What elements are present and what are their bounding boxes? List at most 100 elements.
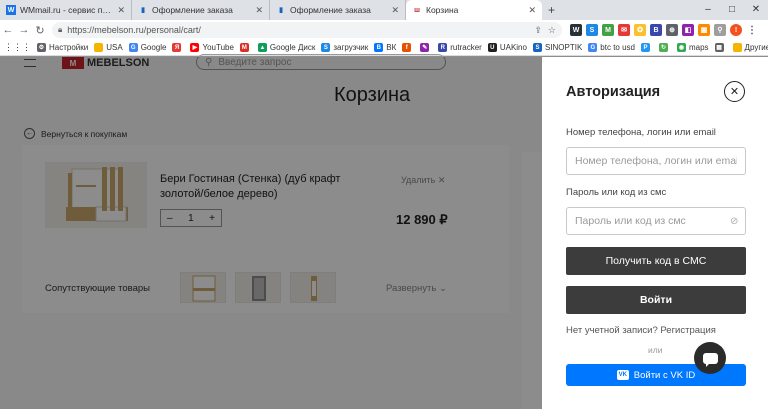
bookmark-item[interactable]: В ВК: [374, 43, 396, 52]
close-tab-icon[interactable]: ✕: [255, 5, 263, 16]
bookmark-icon: R: [438, 43, 448, 52]
bookmark-icon: Я: [172, 43, 182, 52]
bookmark-label: maps: [688, 43, 709, 52]
browser-tab[interactable]: ▮ Оформление заказа ✕: [132, 0, 270, 20]
bookmark-label: btc to usd: [600, 43, 635, 52]
bookmark-icon: ↻: [658, 43, 668, 52]
bookmark-icon: [94, 43, 104, 52]
bookmark-label: USA: [106, 43, 123, 52]
bookmark-item[interactable]: S SINOPTIK: [532, 43, 582, 52]
bookmark-label: UAKino: [499, 43, 527, 52]
bookmark-item[interactable]: G Google: [128, 43, 167, 52]
maximize-button[interactable]: □: [720, 0, 744, 20]
extension-icon[interactable]: B: [650, 24, 662, 36]
back-arrow-icon[interactable]: ←: [0, 24, 16, 36]
bookmark-item[interactable]: ▦: [714, 43, 727, 52]
bookmark-icon: U: [487, 43, 497, 52]
mebelson-icon: ▮: [279, 7, 283, 14]
close-icon: ✕: [729, 86, 740, 98]
address-url[interactable]: https://mebelson.ru/personal/cart/: [67, 25, 528, 35]
chat-widget-button[interactable]: [694, 342, 726, 374]
bookmark-item[interactable]: Gbtc to usd: [588, 43, 635, 52]
mebelson-icon: ▮: [141, 7, 145, 14]
bookmark-item[interactable]: ✎: [420, 43, 432, 52]
browser-toolbar: ← → ↻ 🔒︎ https://mebelson.ru/personal/ca…: [0, 20, 768, 40]
lock-icon: 🔒︎: [58, 25, 63, 34]
bookmark-item[interactable]: USA: [94, 43, 123, 52]
bookmark-icon: P: [640, 43, 650, 52]
bookmark-item[interactable]: Sзагрузчик: [321, 43, 368, 52]
register-link[interactable]: Нет учетной записи? Регистрация: [566, 325, 716, 336]
address-bar[interactable]: 🔒︎ https://mebelson.ru/personal/cart/ ⇪ …: [52, 22, 562, 38]
bookmark-icon: ⚙: [37, 43, 46, 52]
apps-icon[interactable]: ⋮⋮⋮: [4, 42, 31, 53]
vk-icon: VK: [616, 370, 629, 380]
bookmark-icon: G: [128, 43, 138, 52]
bookmark-icon: ◉: [676, 43, 686, 52]
auth-title: Авторизация: [566, 84, 661, 100]
extension-icon[interactable]: M: [602, 24, 614, 36]
bookmark-item[interactable]: Rrutracker: [438, 43, 482, 52]
extension-icon[interactable]: ◧: [682, 24, 694, 36]
folder-icon: [732, 43, 742, 52]
bookmark-item[interactable]: P: [640, 43, 653, 52]
extension-icon[interactable]: ✉: [618, 24, 630, 36]
extension-icon[interactable]: ✪: [634, 24, 646, 36]
modal-overlay[interactable]: [0, 57, 542, 409]
bookmark-item[interactable]: ↻: [658, 43, 671, 52]
profile-avatar[interactable]: !: [730, 24, 742, 36]
close-tab-icon[interactable]: ✕: [391, 5, 399, 16]
extensions-puzzle-icon[interactable]: ⚲: [714, 24, 726, 36]
login-field[interactable]: [566, 147, 746, 175]
bookmark-icon: S: [321, 43, 331, 52]
bookmark-item[interactable]: M: [239, 43, 252, 52]
hide-password-icon[interactable]: ⊘: [730, 216, 738, 227]
login-label: Номер телефона, логин или email: [566, 127, 716, 138]
login-button[interactable]: Войти: [566, 286, 746, 314]
bookmark-icon: ✎: [420, 43, 430, 52]
share-icon[interactable]: ⇪: [534, 25, 542, 36]
extension-icon[interactable]: S: [586, 24, 598, 36]
bookmark-label: Google: [140, 43, 167, 52]
bookmark-icon: f: [402, 43, 412, 52]
browser-tab-active[interactable]: ш Корзина ✕: [406, 0, 542, 20]
bookmark-label: Google Диск: [269, 43, 316, 52]
bookmark-icon: M: [239, 43, 249, 52]
bookmark-item[interactable]: ▶ YouTube: [190, 43, 234, 52]
bookmark-icon: В: [374, 43, 384, 52]
star-icon[interactable]: ☆: [548, 25, 556, 36]
browser-tab-bar: W WMmail.ru - сервис почтовых ра ✕ ▮ Офо…: [0, 0, 768, 20]
chat-icon: [702, 352, 718, 367]
close-panel-button[interactable]: ✕: [724, 81, 745, 102]
auth-panel: Авторизация ✕ Номер телефона, логин или …: [542, 57, 768, 409]
bookmark-label: ВК: [386, 43, 397, 52]
bookmark-label: Настройки: [49, 43, 89, 52]
bookmark-label: rutracker: [450, 43, 482, 52]
close-tab-icon[interactable]: ✕: [117, 5, 125, 16]
bookmark-item[interactable]: f: [402, 43, 414, 52]
extension-icon[interactable]: ⊕: [666, 24, 678, 36]
minimize-button[interactable]: –: [696, 0, 720, 20]
bookmark-item[interactable]: U UAKino: [487, 43, 527, 52]
browser-tab[interactable]: ▮ Оформление заказа ✕: [270, 0, 406, 20]
window-controls: – □ ✕: [696, 0, 768, 20]
bookmark-label: YouTube: [202, 43, 234, 52]
reload-icon[interactable]: ↻: [32, 24, 48, 37]
bookmark-item[interactable]: ◉ maps: [676, 43, 709, 52]
bookmark-icon: ▶: [190, 43, 200, 52]
bookmark-item[interactable]: ▲ Google Диск: [257, 43, 316, 52]
close-window-button[interactable]: ✕: [744, 0, 768, 20]
menu-dots-icon[interactable]: ⋮: [746, 24, 758, 36]
get-sms-code-button[interactable]: Получить код в СМС: [566, 247, 746, 275]
new-tab-button[interactable]: +: [542, 0, 561, 20]
bookmark-item[interactable]: ⚙ Настройки: [37, 43, 88, 52]
bookmark-item[interactable]: Я: [172, 43, 184, 52]
extension-icon[interactable]: W: [570, 24, 582, 36]
extension-icon[interactable]: ▦: [698, 24, 710, 36]
browser-tab[interactable]: W WMmail.ru - сервис почтовых ра ✕: [0, 0, 132, 20]
bookmark-icon: G: [588, 43, 598, 52]
password-field[interactable]: [566, 207, 746, 235]
close-tab-icon[interactable]: ✕: [528, 5, 536, 16]
forward-arrow-icon[interactable]: →: [16, 24, 32, 36]
other-bookmarks[interactable]: Другие закладки: [732, 43, 768, 52]
